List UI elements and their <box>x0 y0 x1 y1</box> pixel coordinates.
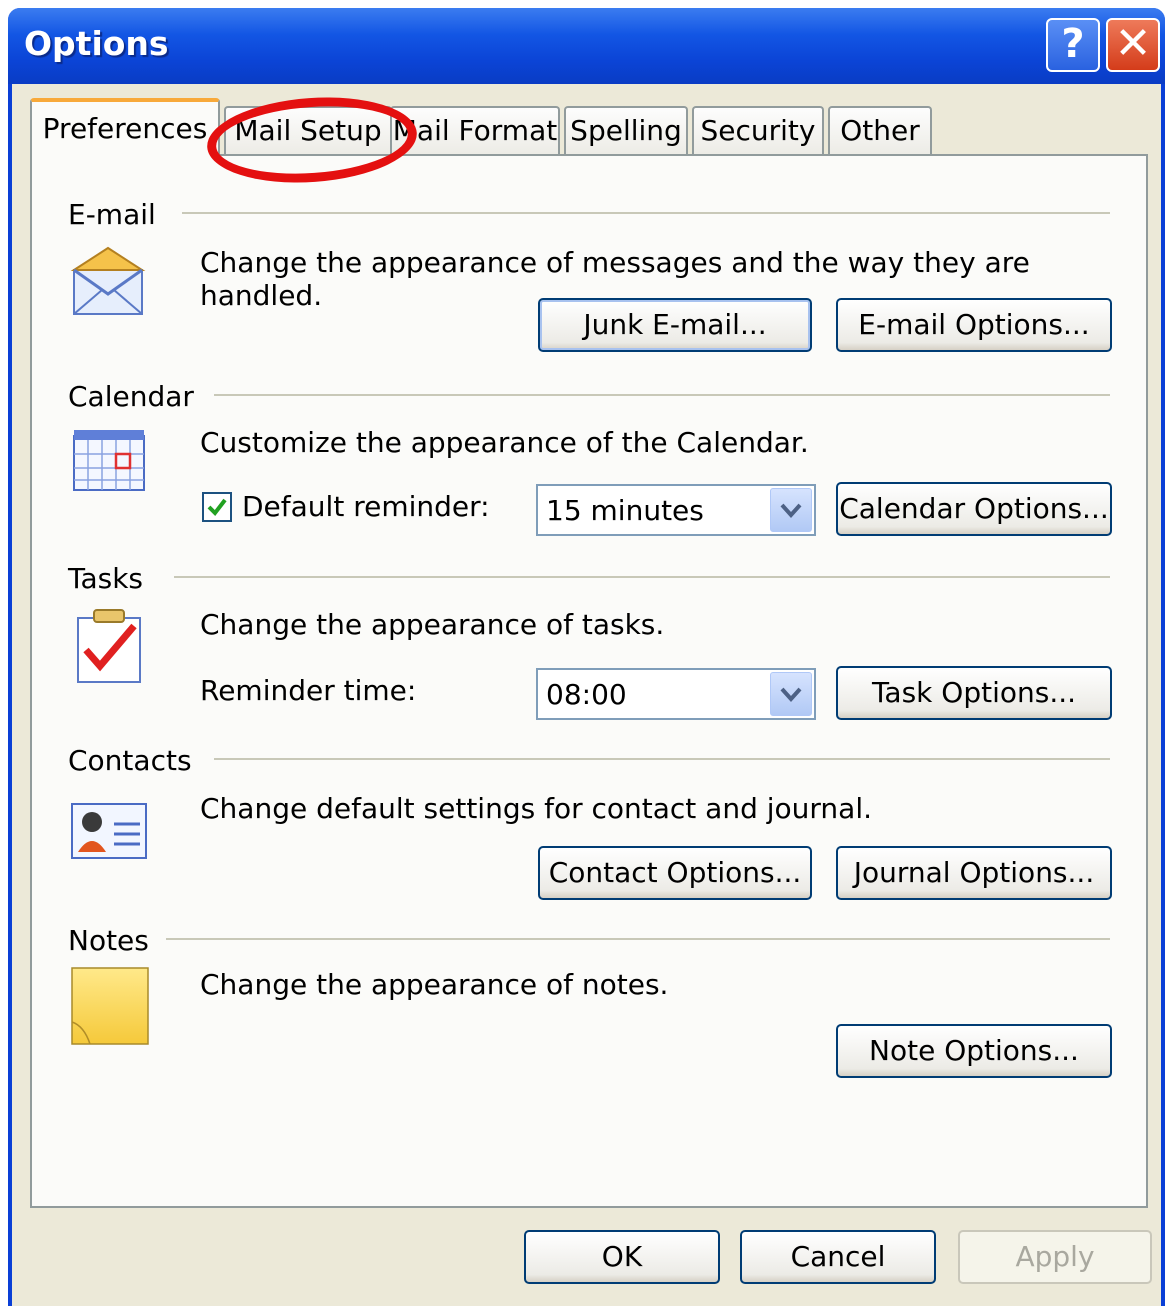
task-checkmark-icon <box>77 609 141 683</box>
cancel-button[interactable]: Cancel <box>740 1230 936 1284</box>
preferences-panel: E-mail Change the appearance of messages… <box>30 154 1148 1208</box>
close-button[interactable]: ✕ <box>1106 18 1160 72</box>
note-icon <box>71 967 149 1045</box>
help-button[interactable]: ? <box>1046 18 1100 72</box>
chevron-down-icon[interactable] <box>770 672 812 716</box>
title-bar[interactable]: Options ? ✕ <box>8 8 1165 84</box>
calendar-options-button[interactable]: Calendar Options... <box>836 482 1112 536</box>
contact-options-button[interactable]: Contact Options... <box>538 846 812 900</box>
window-title: Options <box>24 24 169 63</box>
notes-divider <box>166 938 1110 940</box>
tasks-divider <box>174 576 1110 578</box>
contacts-heading: Contacts <box>68 744 192 777</box>
email-heading: E-mail <box>68 198 156 231</box>
reminder-time-select[interactable]: 08:00 <box>536 668 816 720</box>
contacts-description: Change default settings for contact and … <box>200 792 872 825</box>
reminder-time-value: 08:00 <box>546 678 627 711</box>
ok-button[interactable]: OK <box>524 1230 720 1284</box>
calendar-icon <box>73 430 145 491</box>
calendar-heading: Calendar <box>68 380 194 413</box>
tasks-heading: Tasks <box>68 562 144 595</box>
reminder-time-label: Reminder time: <box>200 674 417 707</box>
calendar-divider <box>214 394 1110 396</box>
tasks-description: Change the appearance of tasks. <box>200 608 665 641</box>
default-reminder-label: Default reminder: <box>242 490 490 523</box>
contact-card-icon <box>71 803 147 859</box>
envelope-icon <box>70 246 146 315</box>
email-options-button[interactable]: E-mail Options... <box>836 298 1112 352</box>
tab-security[interactable]: Security <box>692 106 824 156</box>
apply-button[interactable]: Apply <box>958 1230 1152 1284</box>
note-options-button[interactable]: Note Options... <box>836 1024 1112 1078</box>
tab-spelling[interactable]: Spelling <box>564 106 688 156</box>
checkmark-icon <box>207 498 227 517</box>
notes-heading: Notes <box>68 924 149 957</box>
default-reminder-value: 15 minutes <box>546 494 704 527</box>
tab-preferences[interactable]: Preferences <box>30 98 220 158</box>
chevron-down-icon[interactable] <box>770 488 812 532</box>
email-divider <box>182 212 1110 214</box>
calendar-description: Customize the appearance of the Calendar… <box>200 426 809 459</box>
notes-description: Change the appearance of notes. <box>200 968 669 1001</box>
journal-options-button[interactable]: Journal Options... <box>836 846 1112 900</box>
tab-other[interactable]: Other <box>828 106 932 156</box>
dialog-client-area: Preferences Mail Setup Mail Format Spell… <box>12 84 1161 1306</box>
default-reminder-select[interactable]: 15 minutes <box>536 484 816 536</box>
options-dialog: Options ? ✕ Preferences Mail Setup Mail … <box>8 8 1165 1306</box>
contacts-divider <box>214 758 1110 760</box>
default-reminder-checkbox[interactable] <box>202 492 232 522</box>
junk-email-button[interactable]: Junk E-mail... <box>538 298 812 352</box>
task-options-button[interactable]: Task Options... <box>836 666 1112 720</box>
